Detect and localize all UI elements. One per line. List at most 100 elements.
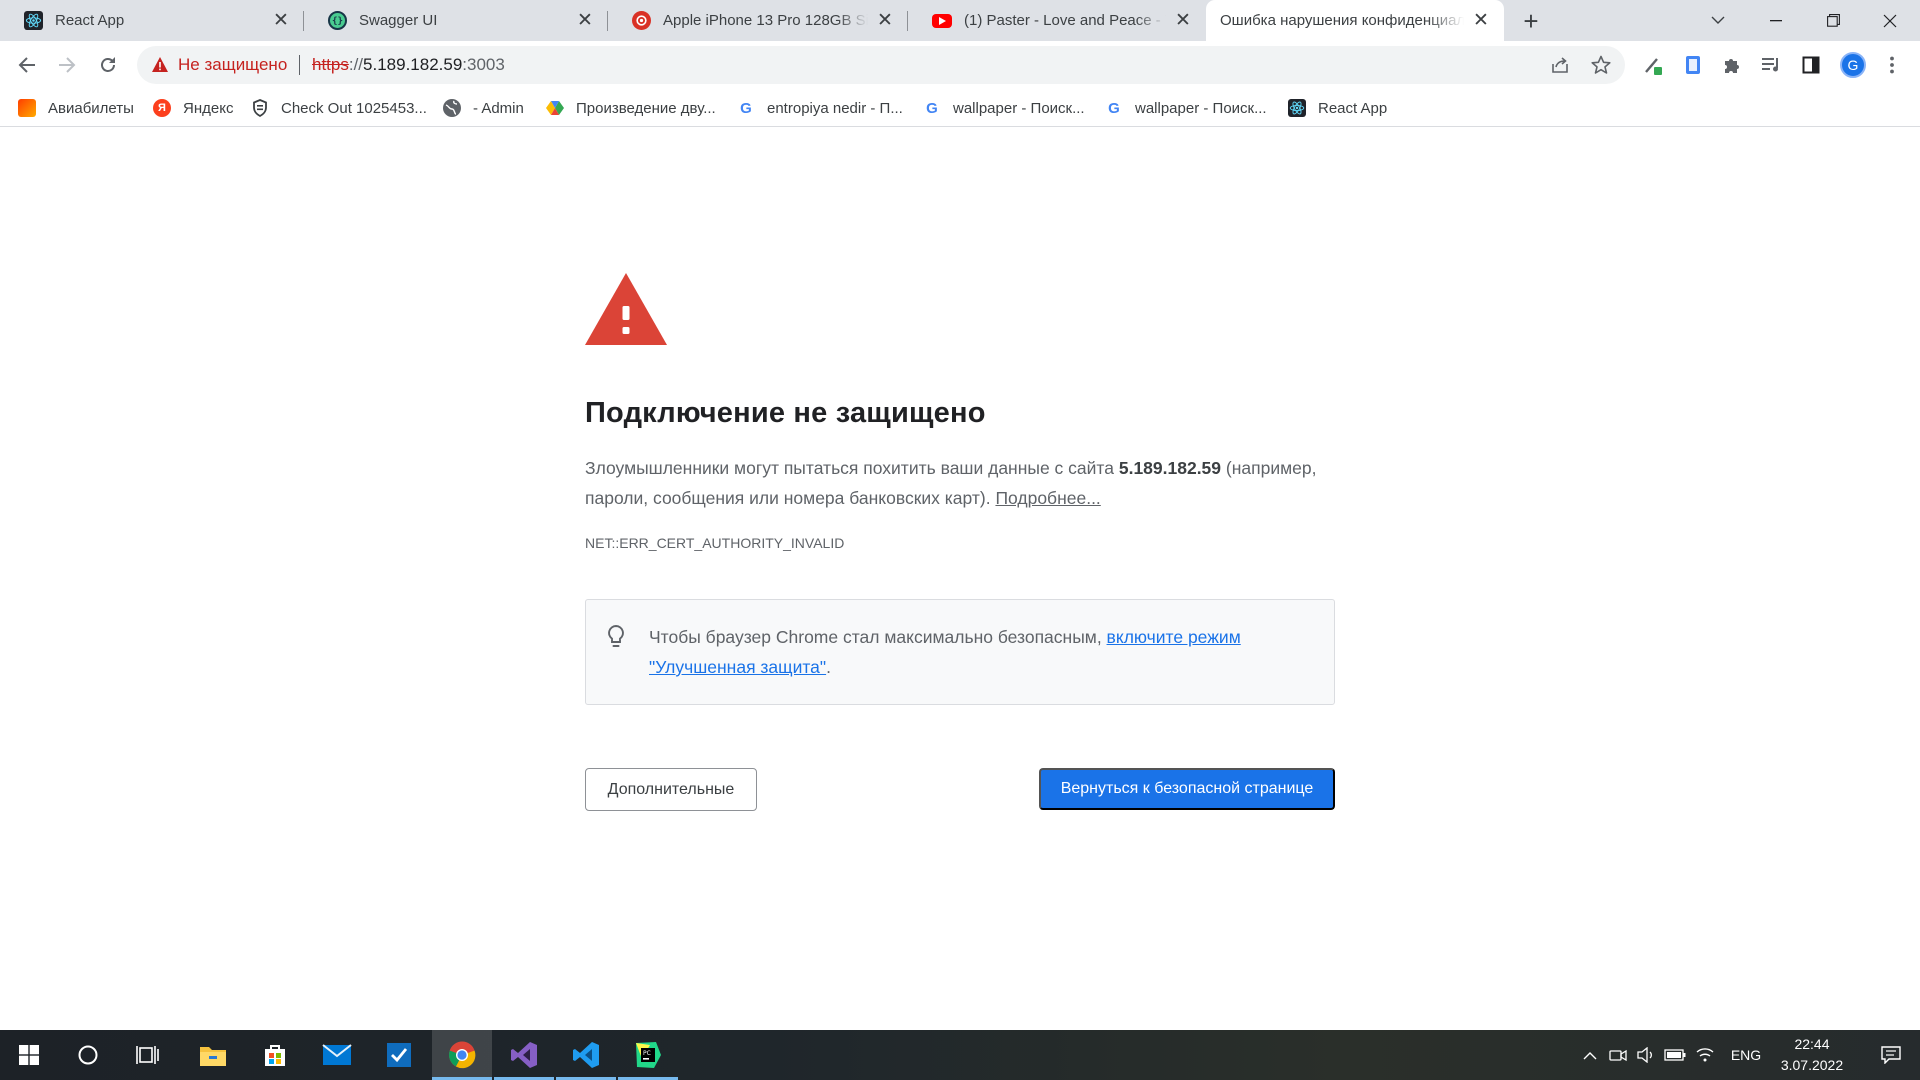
swagger-icon: {} [328, 11, 347, 30]
notification-center-icon[interactable] [1862, 1030, 1920, 1080]
tab-title: Swagger UI [359, 12, 438, 29]
back-button[interactable] [11, 49, 43, 81]
google-icon: G [923, 99, 941, 117]
close-icon[interactable]: ✕ [1470, 10, 1492, 32]
close-icon[interactable]: ✕ [1172, 10, 1194, 32]
side-panel-icon[interactable] [1799, 53, 1823, 77]
site-host: 5.189.182.59 [1118, 458, 1222, 478]
wifi-icon[interactable] [1692, 1030, 1718, 1080]
visual-studio-icon[interactable] [494, 1030, 554, 1080]
url-separator: :// [348, 55, 364, 74]
task-view-icon[interactable] [118, 1030, 178, 1080]
bookmark-star-icon[interactable] [1589, 53, 1613, 77]
svg-text:{}: {} [332, 16, 343, 26]
back-to-safety-button[interactable]: Вернуться к безопасной странице [1039, 768, 1335, 810]
bookmark-item[interactable]: G entropiya nedir - П... [737, 96, 903, 120]
tab-search-icon[interactable] [1690, 0, 1746, 41]
close-icon[interactable]: ✕ [270, 10, 292, 32]
security-status[interactable]: Не защищено [178, 55, 287, 75]
page-title: Подключение не защищено [585, 397, 986, 429]
extensions-puzzle-icon[interactable] [1720, 53, 1744, 77]
input-language[interactable]: ENG [1727, 1030, 1765, 1080]
svg-text:PC: PC [643, 1050, 651, 1057]
url-port: :3003 [462, 55, 505, 74]
bookmark-item[interactable]: G wallpaper - Поиск... [1105, 96, 1267, 120]
reload-button[interactable] [92, 49, 124, 81]
taskbar-clock[interactable]: 22:44 3.07.2022 [1762, 1034, 1862, 1076]
bookmark-item[interactable]: Check Out 1025453... [251, 96, 427, 120]
close-icon[interactable]: ✕ [874, 10, 896, 32]
extension-pen-icon[interactable] [1641, 53, 1665, 77]
tab-title: Ошибка нарушения конфиденциальности [1220, 12, 1464, 29]
advanced-button[interactable]: Дополнительные [585, 768, 757, 811]
youtube-icon [932, 13, 952, 28]
todo-icon[interactable] [369, 1030, 429, 1080]
error-code[interactable]: NET::ERR_CERT_AUTHORITY_INVALID [585, 535, 844, 551]
battery-icon[interactable] [1661, 1030, 1689, 1080]
tab-swagger-ui[interactable]: {} Swagger UI ✕ [304, 0, 608, 41]
globe-icon [443, 99, 461, 117]
menu-kebab-icon[interactable] [1880, 53, 1904, 77]
new-tab-button[interactable]: + [1518, 8, 1544, 35]
shield-icon [251, 99, 269, 117]
window-close-icon[interactable] [1862, 0, 1918, 41]
restore-icon[interactable] [1805, 0, 1861, 41]
react-icon [1288, 99, 1306, 117]
profile-avatar[interactable]: G [1840, 52, 1866, 78]
clock-date: 3.07.2022 [1780, 1057, 1844, 1073]
bookmark-item[interactable]: Произведение дву... [546, 96, 716, 120]
browser-toolbar: Не защищено https://5.189.182.59:3003 G [0, 41, 1920, 89]
bookmark-item[interactable]: React App [1288, 96, 1387, 120]
clock-time: 22:44 [1794, 1036, 1830, 1052]
tab-react-app[interactable]: React App ✕ [0, 0, 304, 41]
bookmark-item[interactable]: - Admin [443, 96, 524, 120]
enhanced-protection-text: Чтобы браузер Chrome стал максимально бе… [649, 627, 1241, 677]
tab-title: Apple iPhone 13 Pro 128GB Sierra Blue [663, 12, 868, 29]
tab-strip: React App ✕ {} Swagger UI ✕ Apple iPhone… [0, 0, 1920, 41]
tab-iphone[interactable]: Apple iPhone 13 Pro 128GB Sierra Blue ✕ [608, 0, 908, 41]
bookmark-item[interactable]: G wallpaper - Поиск... [923, 96, 1085, 120]
address-bar[interactable]: Не защищено https://5.189.182.59:3003 [137, 46, 1625, 84]
not-secure-warning-icon[interactable] [151, 56, 169, 78]
yandex-icon: Я [153, 99, 171, 117]
tab-title: React App [55, 12, 125, 29]
bookmark-item[interactable]: Я Яндекс [153, 96, 233, 120]
share-icon[interactable] [1548, 53, 1572, 77]
pycharm-icon[interactable]: PC [618, 1030, 678, 1080]
url-scheme: https [312, 55, 349, 74]
extension-doc-icon[interactable] [1681, 53, 1705, 77]
minimize-icon[interactable] [1748, 0, 1804, 41]
media-controls-icon[interactable] [1759, 53, 1783, 77]
windows-start-icon[interactable] [0, 1030, 58, 1080]
tab-youtube[interactable]: (1) Paster - Love and Peace - YouTube ✕ [908, 0, 1206, 41]
mail-icon[interactable] [307, 1030, 367, 1080]
google-icon: G [1105, 99, 1123, 117]
url-host: 5.189.182.59 [363, 55, 463, 74]
show-hidden-icons-icon[interactable] [1578, 1030, 1602, 1080]
lightbulb-icon [606, 624, 626, 655]
tab-title: (1) Paster - Love and Peace - YouTube [964, 12, 1166, 29]
bookmarks-bar: Авиабилеты Я Яндекс Check Out 1025453...… [0, 89, 1920, 127]
google-icon: G [737, 99, 755, 117]
warning-triangle-icon [585, 273, 667, 350]
file-explorer-icon[interactable] [183, 1030, 243, 1080]
windows-taskbar: PC ENG 22:44 3.07.2022 [0, 1030, 1920, 1080]
diamond-icon [546, 99, 564, 117]
shop-icon [632, 11, 651, 30]
learn-more-link[interactable]: Подробнее... [995, 488, 1100, 508]
vscode-icon[interactable] [556, 1030, 616, 1080]
bookmark-item[interactable]: Авиабилеты [18, 96, 134, 120]
url-text[interactable]: https://5.189.182.59:3003 [312, 55, 505, 75]
close-icon[interactable]: ✕ [574, 10, 596, 32]
store-icon[interactable] [245, 1030, 305, 1080]
react-icon [24, 11, 43, 30]
volume-icon[interactable] [1633, 1030, 1659, 1080]
tab-privacy-error[interactable]: Ошибка нарушения конфиденциальности ✕ [1206, 0, 1504, 41]
chrome-icon[interactable] [432, 1030, 492, 1080]
error-description: Злоумышленники могут пытаться похитить в… [585, 458, 1317, 508]
aviasales-icon [18, 99, 36, 117]
forward-button[interactable] [51, 49, 83, 81]
meet-now-icon[interactable] [1605, 1030, 1631, 1080]
search-icon[interactable] [58, 1030, 118, 1080]
enhanced-protection-box: Чтобы браузер Chrome стал максимально бе… [585, 599, 1335, 705]
